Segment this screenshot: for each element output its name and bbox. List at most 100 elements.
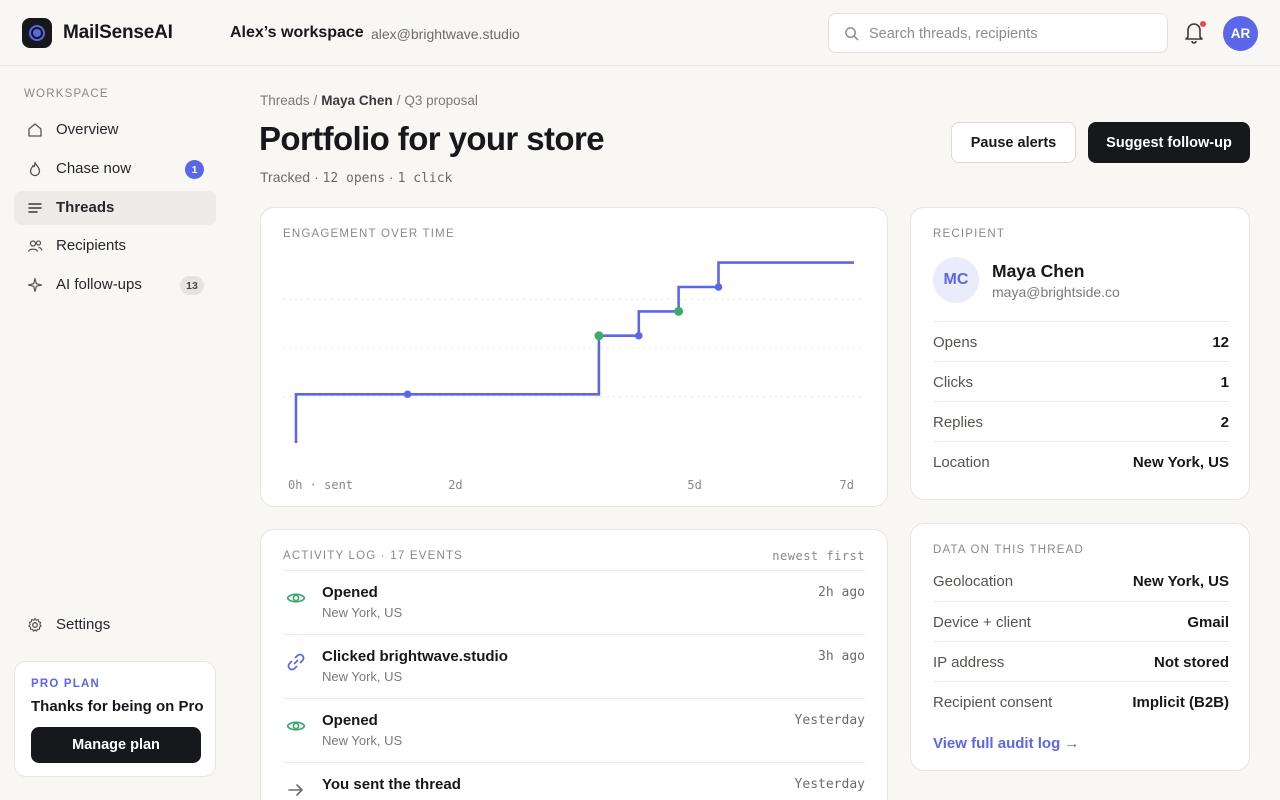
sidebar-item-threads[interactable]: Threads <box>14 191 216 225</box>
arrow-right-icon <box>288 784 303 796</box>
open-marker <box>714 283 723 291</box>
open-marker <box>634 331 643 340</box>
x-tick-label: 5d <box>687 478 701 492</box>
stat-value: New York, US <box>1132 454 1229 471</box>
search-box[interactable] <box>828 13 1168 53</box>
thread-data-kicker: DATA ON THIS THREAD <box>933 544 1085 556</box>
sidebar-item-ai-follow-ups[interactable]: AI follow-ups 13 <box>14 268 216 302</box>
sidebar-item-chase-now[interactable]: Chase now 1 <box>14 152 216 186</box>
x-tick-label: 7d <box>840 478 854 492</box>
home-icon <box>28 123 42 137</box>
tracked-clicks: 1 click <box>397 171 453 186</box>
tracked-label: Tracked <box>260 169 311 185</box>
manage-plan-button[interactable]: Manage plan <box>31 727 201 763</box>
tracking-summary: Tracked · 12 opens · 1 click <box>260 169 453 186</box>
tracked-opens: 12 opens <box>322 171 386 186</box>
activity-kicker: ACTIVITY LOG · 17 EVENTS <box>283 550 464 562</box>
data-label: Recipient consent <box>933 694 1053 711</box>
stat-label: Clicks <box>933 374 973 391</box>
recipient-stat-row: Opens 12 <box>933 321 1229 361</box>
sparkle-icon <box>27 277 43 293</box>
sidebar-section-label: WORKSPACE <box>24 88 109 100</box>
x-tick-label: 2d <box>448 478 462 492</box>
activity-subtitle: New York, US <box>322 733 403 748</box>
user-avatar[interactable]: AR <box>1223 16 1258 51</box>
open-marker <box>403 390 412 399</box>
thread-data-row: IP address Not stored <box>933 641 1229 681</box>
recipient-name[interactable]: Maya Chen <box>992 261 1084 282</box>
data-label: IP address <box>933 654 1005 671</box>
recipient-avatar: MC <box>933 257 979 303</box>
data-label: Geolocation <box>933 573 1014 590</box>
sort-order-toggle[interactable]: newest first <box>772 549 865 563</box>
recipient-stat-row: Location New York, US <box>933 441 1229 481</box>
thread-data-card: DATA ON THIS THREAD Geolocation New York,… <box>910 523 1250 771</box>
activity-time: Yesterday <box>794 777 865 792</box>
data-value: New York, US <box>1132 573 1229 590</box>
sidebar-item-label: Recipients <box>56 237 127 254</box>
stat-value: 1 <box>1220 374 1229 391</box>
plan-card: PRO PLAN Thanks for being on Pro Manage … <box>14 661 216 777</box>
chase-count-badge: 1 <box>185 160 204 179</box>
link-icon <box>287 653 305 671</box>
engagement-line <box>294 261 854 443</box>
plan-kicker: PRO PLAN <box>31 678 101 690</box>
data-value: Not stored <box>1154 654 1229 671</box>
pause-alerts-button[interactable]: Pause alerts <box>951 122 1076 163</box>
activity-item[interactable]: You sent the thread Yesterday <box>283 762 865 800</box>
activity-time: 3h ago <box>818 649 865 664</box>
stat-label: Replies <box>933 414 984 431</box>
activity-subtitle: New York, US <box>322 605 403 620</box>
plan-title: Thanks for being on Pro <box>31 698 204 715</box>
breadcrumb: Threads / Maya Chen / Q3 proposal <box>260 93 478 108</box>
breadcrumb-separator: / <box>313 93 318 108</box>
sidebar-item-recipients[interactable]: Recipients <box>14 229 216 263</box>
activity-title: Opened <box>322 584 378 601</box>
search-icon <box>845 27 859 41</box>
eye-icon <box>286 593 306 603</box>
page-title: Portfolio for your store <box>259 120 605 157</box>
breadcrumb-separator: / <box>396 93 401 108</box>
top-bar: MailSenseAI Alex’s workspace alex@bright… <box>0 0 1280 66</box>
sidebar-item-settings[interactable]: Settings <box>14 608 216 642</box>
notification-dot <box>1200 21 1206 27</box>
ai-follow-ups-count-badge: 13 <box>180 276 204 295</box>
data-label: Device + client <box>933 614 1031 631</box>
breadcrumb-recipient[interactable]: Maya Chen <box>321 93 392 108</box>
engagement-chart-card: ENGAGEMENT OVER TIME 0h · sent 2d 5d 7d <box>260 207 888 507</box>
stat-label: Opens <box>933 334 978 351</box>
recipient-email: maya@brightside.co <box>992 284 1120 300</box>
activity-item[interactable]: Opened New York, US Yesterday <box>283 698 865 762</box>
thread-data-row: Device + client Gmail <box>933 601 1229 641</box>
sidebar-item-label: Threads <box>56 199 115 216</box>
notifications-button[interactable] <box>1183 20 1207 46</box>
activity-item[interactable]: Opened New York, US 2h ago <box>283 570 865 634</box>
recipient-stat-row: Replies 2 <box>933 401 1229 441</box>
x-tick-label: 0h · sent <box>288 478 353 492</box>
recipient-stat-row: Clicks 1 <box>933 361 1229 401</box>
breadcrumb-root[interactable]: Threads <box>260 93 310 108</box>
suggest-follow-up-button[interactable]: Suggest follow-up <box>1088 122 1250 163</box>
view-audit-log-link[interactable]: View full audit log → <box>933 735 1079 752</box>
activity-item[interactable]: Clicked brightwave.studio New York, US 3… <box>283 634 865 698</box>
activity-title: You sent the thread <box>322 776 461 793</box>
stat-value: 2 <box>1220 414 1229 431</box>
workspace-name[interactable]: Alex’s workspace <box>230 24 364 42</box>
data-value: Gmail <box>1187 614 1229 631</box>
stat-value: 12 <box>1212 334 1229 351</box>
recipient-card: RECIPIENT MC Maya Chen maya@brightside.c… <box>910 207 1250 500</box>
breadcrumb-current: Q3 proposal <box>404 93 478 108</box>
click-marker <box>674 306 684 316</box>
data-value: Implicit (B2B) <box>1132 694 1229 711</box>
gear-icon <box>28 617 42 632</box>
sidebar-item-overview[interactable]: Overview <box>14 113 216 147</box>
activity-title: Clicked brightwave.studio <box>322 648 508 665</box>
recipient-kicker: RECIPIENT <box>933 228 1006 240</box>
thread-data-row: Geolocation New York, US <box>933 561 1229 601</box>
logo-icon[interactable] <box>22 18 52 48</box>
click-marker <box>594 331 604 341</box>
search-input[interactable] <box>869 23 1154 45</box>
activity-subtitle: New York, US <box>322 669 403 684</box>
sidebar-item-label: Overview <box>56 121 119 138</box>
activity-time: Yesterday <box>794 713 865 728</box>
